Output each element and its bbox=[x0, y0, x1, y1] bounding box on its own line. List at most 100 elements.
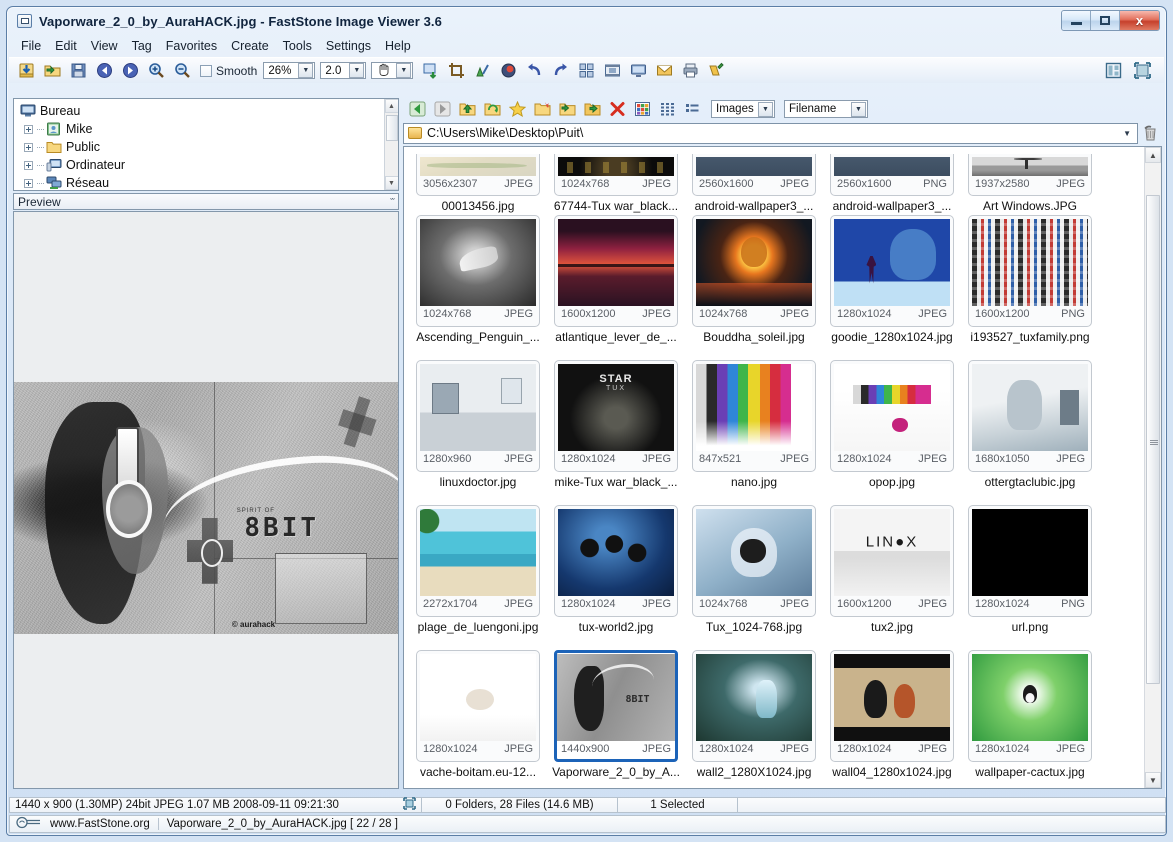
thumbnail-scrollbar[interactable]: ▲ ▼ bbox=[1144, 147, 1161, 788]
split-view-icon[interactable] bbox=[1101, 59, 1126, 82]
filmstrip-icon[interactable] bbox=[600, 59, 625, 82]
move-to-icon[interactable] bbox=[580, 99, 604, 120]
thumbnail-cell[interactable]: 1280x960 JPEG linuxdoctor.jpg bbox=[409, 358, 547, 503]
previous-image-icon[interactable] bbox=[92, 59, 117, 82]
thumbnail-cell[interactable]: 1280x1024 JPEG wall04_1280x1024.jpg bbox=[823, 648, 961, 788]
forward-icon[interactable] bbox=[430, 99, 454, 120]
tree-item-mike[interactable]: Mike bbox=[20, 120, 398, 138]
menu-item-tag[interactable]: Tag bbox=[125, 38, 159, 54]
thumbnail-frame[interactable]: 1280x1024 JPEG bbox=[968, 650, 1092, 762]
thumbnail-cell[interactable]: 1280x1024 JPEG vache-boitam.eu-12... bbox=[409, 648, 547, 788]
scroll-thumb[interactable] bbox=[385, 115, 398, 141]
sort-dropdown[interactable]: Filename ▼ bbox=[784, 100, 868, 118]
thumbnail-cell[interactable]: 1600x1200 PNG i193527_tuxfamily.png bbox=[961, 213, 1099, 358]
slideshow-icon[interactable] bbox=[626, 59, 651, 82]
expand-icon[interactable] bbox=[24, 178, 33, 188]
thumbnail-cell[interactable]: 1280x1024 JPEG wall2_1280X1024.jpg bbox=[685, 648, 823, 788]
thumbnail-cell[interactable]: 1280x1024 PNG url.png bbox=[961, 503, 1099, 648]
thumbnail-cell[interactable]: 2272x1704 JPEG plage_de_luengoni.jpg bbox=[409, 503, 547, 648]
thumbnail-cell[interactable]: 1280x1024 JPEG opop.jpg bbox=[823, 358, 961, 503]
menu-item-settings[interactable]: Settings bbox=[319, 38, 378, 54]
favorite-star-icon[interactable] bbox=[505, 99, 529, 120]
thumbnail-frame[interactable]: 1280x1024 JPEG bbox=[416, 650, 540, 762]
scroll-thumb[interactable] bbox=[1146, 195, 1160, 684]
thumbnail-frame[interactable]: 1280x1024 JPEG bbox=[830, 650, 954, 762]
open-folder-icon[interactable] bbox=[40, 59, 65, 82]
scroll-track[interactable] bbox=[1145, 163, 1161, 772]
thumbnail-frame[interactable]: 1024x768 JPEG bbox=[416, 215, 540, 327]
thumbnail-frame[interactable]: 1280x960 JPEG bbox=[416, 360, 540, 472]
chevron-down-icon[interactable]: ▼ bbox=[396, 63, 412, 78]
zoom-level-dropdown[interactable]: 26% ▼ bbox=[263, 62, 316, 79]
menu-item-file[interactable]: File bbox=[14, 38, 48, 54]
thumbnail-grid-icon[interactable] bbox=[630, 99, 654, 120]
thumbnail-cell[interactable]: STAR TUX 1280x1024 JPEG mike-Tux war_black_.… bbox=[547, 358, 685, 503]
hand-tool-dropdown[interactable]: ▼ bbox=[371, 62, 414, 79]
thumbnail-cell[interactable]: 3056x2307 JPEG 00013456.jpg bbox=[409, 151, 547, 213]
path-input[interactable]: C:\Users\Mike\Desktop\Puit\ ▼ bbox=[403, 122, 1138, 144]
thumbnail-frame[interactable]: STAR TUX 1280x1024 JPEG bbox=[554, 360, 678, 472]
detail-view-icon[interactable] bbox=[680, 99, 704, 120]
preview-header[interactable]: Preview ˇˇ bbox=[13, 193, 399, 210]
chevron-down-icon[interactable]: ▼ bbox=[1123, 129, 1133, 138]
menu-item-help[interactable]: Help bbox=[378, 38, 418, 54]
scroll-up-icon[interactable]: ▲ bbox=[1145, 147, 1161, 163]
thumbnail-browser[interactable]: 3056x2307 JPEG 00013456.jpg 1024x768 JPEG 677… bbox=[403, 146, 1162, 789]
delete-icon[interactable] bbox=[605, 99, 629, 120]
fit-screen-icon[interactable] bbox=[403, 797, 416, 813]
thumbnail-frame[interactable]: 1600x1200 PNG bbox=[968, 215, 1092, 327]
thumbnail-frame[interactable]: LIN●X 1600x1200 JPEG bbox=[830, 505, 954, 617]
expand-icon[interactable] bbox=[24, 160, 33, 170]
thumbnail-cell[interactable]: 1937x2580 JPEG Art Windows.JPG bbox=[961, 151, 1099, 213]
smooth-checkbox[interactable] bbox=[200, 64, 212, 77]
minimize-button[interactable] bbox=[1062, 11, 1091, 30]
scroll-down-icon[interactable]: ▼ bbox=[1145, 772, 1161, 788]
copy-to-icon[interactable] bbox=[555, 99, 579, 120]
trash-icon[interactable] bbox=[1138, 124, 1162, 142]
fullscreen-icon[interactable] bbox=[1130, 59, 1155, 82]
smooth-toggle[interactable]: Smooth bbox=[200, 64, 257, 78]
expand-icon[interactable] bbox=[24, 124, 33, 134]
thumbnail-cell[interactable]: 1024x768 JPEG Tux_1024-768.jpg bbox=[685, 503, 823, 648]
open-download-icon[interactable] bbox=[14, 59, 39, 82]
redo-icon[interactable] bbox=[548, 59, 573, 82]
tree-item-bureau[interactable]: Bureau bbox=[20, 102, 398, 120]
collapse-icon[interactable]: ˇˇ bbox=[390, 197, 395, 207]
thumbnail-cell[interactable]: 1024x768 JPEG Ascending_Penguin_... bbox=[409, 213, 547, 358]
file-filter-dropdown[interactable]: Images ▼ bbox=[711, 100, 775, 118]
print-icon[interactable] bbox=[678, 59, 703, 82]
menu-item-tools[interactable]: Tools bbox=[276, 38, 319, 54]
resize-icon[interactable] bbox=[418, 59, 443, 82]
thumbnail-cell[interactable]: 1680x1050 JPEG ottergtaclubic.jpg bbox=[961, 358, 1099, 503]
save-icon[interactable] bbox=[66, 59, 91, 82]
tree-item-reseau[interactable]: Réseau bbox=[20, 174, 398, 190]
close-button[interactable]: x bbox=[1120, 11, 1159, 30]
back-icon[interactable] bbox=[405, 99, 429, 120]
zoom-in-icon[interactable] bbox=[144, 59, 169, 82]
thumbnail-cell[interactable]: 8BIT 1440x900 JPEG Vaporware_2_0_by_A... bbox=[547, 648, 685, 788]
list-view-icon[interactable] bbox=[655, 99, 679, 120]
thumbnail-frame[interactable]: 1680x1050 JPEG bbox=[968, 360, 1092, 472]
thumbnail-frame[interactable]: 2560x1600 JPEG bbox=[692, 154, 816, 196]
thumbnail-frame[interactable]: 847x521 JPEG bbox=[692, 360, 816, 472]
thumbnail-cell[interactable]: 1280x1024 JPEG goodie_1280x1024.jpg bbox=[823, 213, 961, 358]
thumbnail-frame[interactable]: 1280x1024 JPEG bbox=[830, 215, 954, 327]
chevron-down-icon[interactable]: ▼ bbox=[349, 63, 365, 78]
chevron-down-icon[interactable]: ▼ bbox=[851, 101, 866, 117]
thumbnail-cell[interactable]: LIN●X 1600x1200 JPEG tux2.jpg bbox=[823, 503, 961, 648]
chevron-down-icon[interactable]: ▼ bbox=[758, 101, 773, 117]
maximize-button[interactable] bbox=[1091, 11, 1120, 30]
folder-tree[interactable]: Bureau Mike Public Ordinateur Réseau ▲ ▼ bbox=[13, 98, 399, 191]
thumbnail-frame[interactable]: 1024x768 JPEG bbox=[554, 154, 678, 196]
tag-icon[interactable] bbox=[704, 59, 729, 82]
thumbnail-cell[interactable]: 1280x1024 JPEG wallpaper-cactux.jpg bbox=[961, 648, 1099, 788]
thumbnail-frame[interactable]: 3056x2307 JPEG bbox=[416, 154, 540, 196]
expand-icon[interactable] bbox=[24, 142, 33, 152]
thumbnail-frame[interactable]: 1024x768 JPEG bbox=[692, 215, 816, 327]
thumbnail-frame-selected[interactable]: 8BIT 1440x900 JPEG bbox=[554, 650, 678, 762]
thumbnail-frame[interactable]: 1280x1024 JPEG bbox=[692, 650, 816, 762]
tree-scrollbar[interactable]: ▲ ▼ bbox=[384, 99, 398, 190]
preview-panel[interactable]: SPIRIT OF 8BIT © aurahack bbox=[13, 211, 399, 789]
tree-item-public[interactable]: Public bbox=[20, 138, 398, 156]
menu-item-view[interactable]: View bbox=[84, 38, 125, 54]
